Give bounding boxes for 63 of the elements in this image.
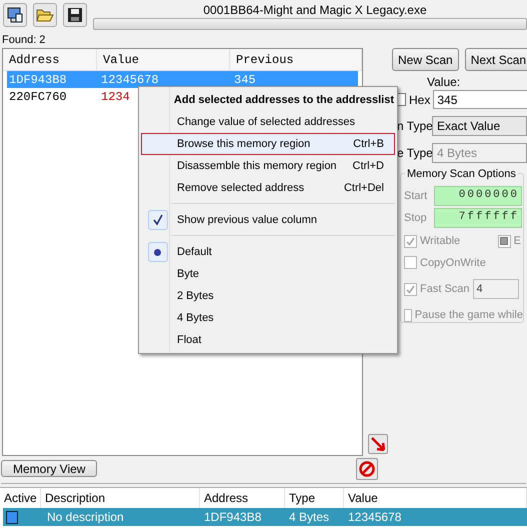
save-icon[interactable] xyxy=(63,3,87,27)
menu-item-label: Remove selected address xyxy=(177,180,306,196)
column-header[interactable]: Address xyxy=(3,49,97,70)
menu-item[interactable]: Disassemble this memory region Ctrl+D xyxy=(141,155,395,177)
type-label: n Type xyxy=(397,118,430,135)
checkbox-label: Writable xyxy=(420,234,460,249)
previous-cell-text: 345 xyxy=(234,72,256,88)
memory-view-button[interactable]: Memory View xyxy=(1,460,98,477)
menu-item[interactable]: Default xyxy=(141,241,395,263)
menu-item[interactable]: Byte xyxy=(141,263,395,285)
range-label: Start xyxy=(404,188,428,204)
type-cell-text: 4 Bytes xyxy=(288,509,330,526)
process-icon[interactable] xyxy=(3,3,27,27)
scan-button[interactable]: New Scan xyxy=(392,48,459,71)
menu-item[interactable]: Change value of selected addresses xyxy=(141,111,395,133)
address-cell-text: 1DF943B8 xyxy=(8,72,68,88)
menu-item-label: 2 Bytes xyxy=(177,288,215,304)
address-cell-text: 1DF943B8 xyxy=(203,509,262,526)
menu-item-label: Float xyxy=(177,332,202,348)
shortcut-label: Ctrl+B xyxy=(353,136,384,152)
column-header[interactable]: Value xyxy=(97,49,230,70)
menu-item-label: Change value of selected addresses xyxy=(177,114,356,130)
value-input[interactable]: 345 xyxy=(433,90,527,109)
found-count: Found: 2 xyxy=(2,34,46,47)
menu-item-label: Byte xyxy=(177,266,200,282)
menu-item-label: Default xyxy=(177,244,213,260)
checkbox-label: E xyxy=(514,234,521,249)
description-cell-text: No description xyxy=(46,509,125,526)
checkbox-label: Fast Scan xyxy=(420,282,470,297)
menu-item[interactable]: Browse this memory region Ctrl+B xyxy=(141,133,395,155)
group-title: Memory Scan Options xyxy=(405,166,518,182)
menu-item[interactable]: 2 Bytes xyxy=(141,285,395,307)
menu-item[interactable]: Show previous value column xyxy=(141,209,395,231)
type-dropdown[interactable]: Exact Value xyxy=(432,116,527,136)
shortcut-label: Ctrl+D xyxy=(352,158,384,174)
column-header[interactable]: Previous xyxy=(230,49,362,70)
value-label: Value: xyxy=(427,76,462,89)
checkbox-label: CopyOnWrite xyxy=(420,256,486,270)
menu-item-label: Disassemble this memory region xyxy=(177,158,338,174)
range-label: Stop xyxy=(404,210,428,226)
menu-item[interactable]: Float xyxy=(141,329,395,351)
scan-button[interactable]: Next Scan xyxy=(464,48,527,71)
process-title: 0001BB64-Might and Magic X Legacy.exe xyxy=(203,3,427,17)
range-input[interactable]: 7ffffff xyxy=(434,208,522,228)
value-cell: 12345678 xyxy=(101,72,159,86)
menu-item-label: 4 Bytes xyxy=(177,310,215,326)
value-cell: 1234 xyxy=(101,90,130,104)
value-cell-text: 12345678 xyxy=(347,509,402,526)
checkbox-label: Hex xyxy=(409,92,430,108)
menu-item[interactable]: 4 Bytes xyxy=(141,307,395,329)
menu-item[interactable]: Remove selected address Ctrl+Del xyxy=(141,177,395,199)
cancel-icon[interactable] xyxy=(356,458,378,480)
shortcut-label: Ctrl+Del xyxy=(344,180,384,196)
checkbox-label: Pause the game while xyxy=(414,308,523,323)
menu-item-label: Show previous value column xyxy=(177,212,318,228)
menu-item-label: Add selected addresses to the addresslist xyxy=(174,92,394,108)
active-checkbox[interactable] xyxy=(6,510,18,524)
menu-item[interactable]: Add selected addresses to the addresslist xyxy=(141,89,395,111)
arrow-button[interactable] xyxy=(368,434,388,454)
open-folder-icon[interactable] xyxy=(33,3,57,27)
menu-item-label: Browse this memory region xyxy=(177,136,312,152)
address-cell-text: 220FC760 xyxy=(8,88,68,106)
range-input[interactable]: 0000000 xyxy=(434,186,522,206)
